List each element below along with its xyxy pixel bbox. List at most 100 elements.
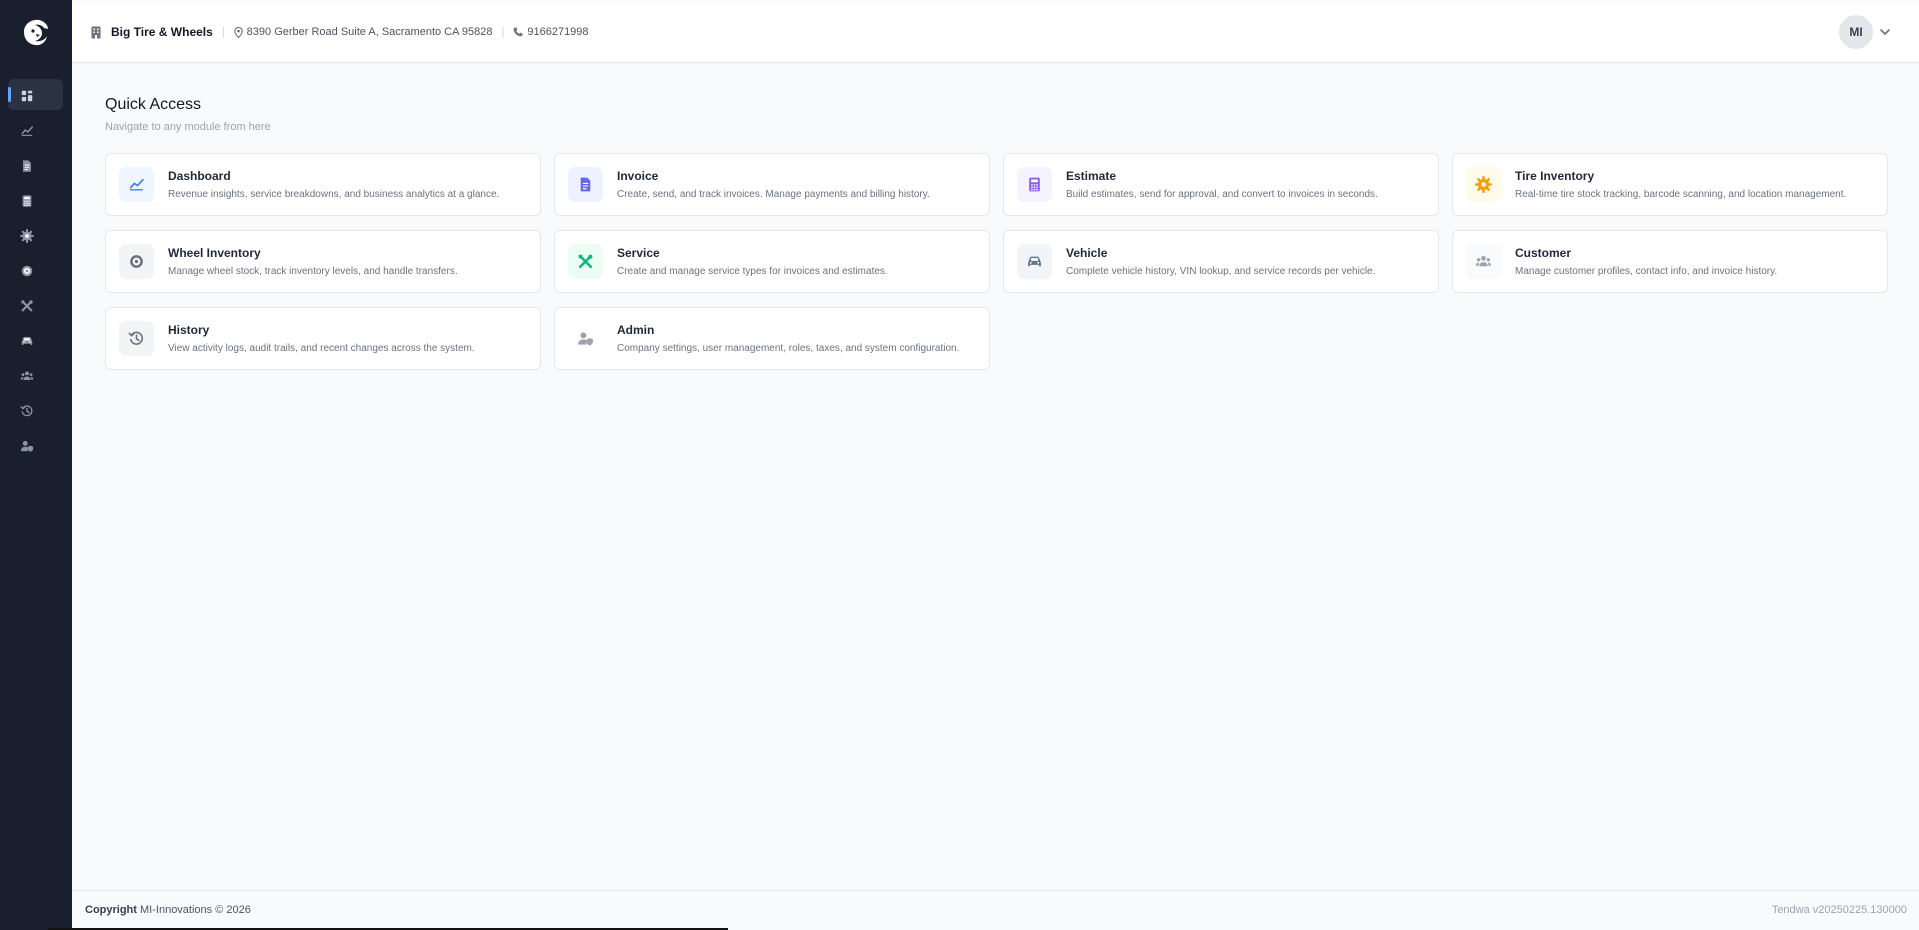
card-icon-wrap [119,167,154,202]
history-icon [20,404,33,416]
card-description: Real-time tire stock tracking, barcode s… [1515,189,1847,200]
sidebar-item-dashboard[interactable] [0,78,72,113]
page-title: Quick Access [105,96,202,113]
card-title: Invoice [617,169,659,183]
quick-access-card-service[interactable]: Service Create and manage service types … [554,230,990,293]
gear-icon [1475,176,1492,193]
sidebar-item-tire-inventory[interactable] [0,218,72,253]
phone-icon [513,27,523,37]
card-description: Complete vehicle history, VIN lookup, an… [1066,266,1376,277]
card-icon-wrap [119,244,154,279]
card-text: Dashboard Revenue insights, service brea… [168,169,499,200]
card-text: Tire Inventory Real-time tire stock trac… [1515,169,1846,200]
card-icon-wrap [568,244,603,279]
gear-icon [20,228,34,243]
business-info: Big Tire & Wheels | 8390 Gerber Road Sui… [91,1,589,63]
card-title: Admin [617,323,655,337]
sidebar-item-service[interactable] [0,288,72,323]
card-description: Manage customer profiles, contact info, … [1515,266,1778,277]
card-icon-wrap [568,321,603,356]
card-text: Vehicle Complete vehicle history, VIN lo… [1066,246,1375,277]
copyright-text: MI-Innovations © 2026 [140,904,251,916]
user-avatar[interactable]: MI [1839,15,1873,49]
page-subtitle: Navigate to any module from here [105,121,271,133]
users-icon [1475,255,1492,267]
sidebar-item-history[interactable] [0,393,72,428]
business-address: 8390 Gerber Road Suite A, Sacramento CA … [246,26,493,38]
quick-access-card-admin[interactable]: Admin Company settings, user management,… [554,307,990,370]
card-description: View activity logs, audit trails, and re… [168,343,475,354]
panther-logo-icon [24,19,48,46]
card-description: Manage wheel stock, track inventory leve… [168,266,458,277]
card-title: Tire Inventory [1515,169,1595,183]
card-icon-wrap [1017,244,1052,279]
history-icon [128,331,144,345]
quick-access-card-invoice[interactable]: Invoice Create, send, and track invoices… [554,153,990,216]
location-pin-icon [233,26,243,38]
divider: | [221,26,225,38]
top-header: Big Tire & Wheels | 8390 Gerber Road Sui… [72,1,1919,63]
sidebar-item-vehicle[interactable] [0,323,72,358]
card-description: Create, send, and track invoices. Manage… [617,189,930,200]
logo[interactable] [18,14,54,50]
building-icon [91,26,101,39]
quick-access-card-dashboard[interactable]: Dashboard Revenue insights, service brea… [105,153,541,216]
sidebar-item-wheel-inventory[interactable] [0,253,72,288]
copyright: Copyright MI-Innovations © 2026 [85,904,251,916]
active-highlight [8,79,63,110]
car-icon [1028,256,1041,267]
card-text: Invoice Create, send, and track invoices… [617,169,930,200]
card-title: Dashboard [168,169,231,183]
quick-access-grid: Dashboard Revenue insights, service brea… [105,153,1889,370]
document-icon [23,159,31,172]
card-icon-wrap [1017,167,1052,202]
sidebar-item-estimate[interactable] [0,183,72,218]
sidebar-item-admin[interactable] [0,428,72,463]
card-description: Company settings, user management, roles… [617,343,960,354]
chart-line-icon [129,178,144,191]
card-title: Customer [1515,246,1572,260]
quick-access-card-vehicle[interactable]: Vehicle Complete vehicle history, VIN lo… [1003,230,1439,293]
active-indicator [8,87,11,102]
card-title: Vehicle [1066,246,1108,260]
quick-access-card-estimate[interactable]: Estimate Build estimates, send for appro… [1003,153,1439,216]
car-icon [21,336,33,345]
card-title: Estimate [1066,169,1117,183]
calculator-icon [22,194,32,207]
divider: | [501,26,505,38]
users-icon [20,370,34,380]
card-text: Customer Manage customer profiles, conta… [1515,246,1777,277]
quick-access-card-wheel-inventory[interactable]: Wheel Inventory Manage wheel stock, trac… [105,230,541,293]
quick-access-card-tire-inventory[interactable]: Tire Inventory Real-time tire stock trac… [1452,153,1888,216]
sidebar [0,0,72,930]
quick-access-card-customer[interactable]: Customer Manage customer profiles, conta… [1452,230,1888,293]
user-shield-icon [20,440,34,452]
card-description: Revenue insights, service breakdowns, an… [168,189,500,200]
wheel-icon [130,255,143,268]
card-icon-wrap [119,321,154,356]
copyright-label: Copyright [85,904,137,916]
grid-icon [21,90,33,101]
sidebar-nav [0,78,72,463]
card-text: Wheel Inventory Manage wheel stock, trac… [168,246,458,277]
quick-access-card-history[interactable]: History View activity logs, audit trails… [105,307,541,370]
sidebar-item-analytics[interactable] [0,113,72,148]
sidebar-item-customer[interactable] [0,358,72,393]
card-text: Admin Company settings, user management,… [617,323,959,354]
card-icon-wrap [568,167,603,202]
document-icon [580,177,591,192]
app-version: Tendwa v20250225.130000 [1771,904,1907,916]
card-text: Estimate Build estimates, send for appro… [1066,169,1378,200]
card-icon-wrap [1466,167,1501,202]
card-text: History View activity logs, audit trails… [168,323,475,354]
card-title: Wheel Inventory [168,246,261,260]
tools-icon [578,254,593,269]
card-title: History [168,323,210,337]
tools-icon [21,299,33,311]
sidebar-item-invoice[interactable] [0,148,72,183]
business-name: Big Tire & Wheels [111,25,213,39]
card-text: Service Create and manage service types … [617,246,888,277]
main-content: Quick Access Navigate to any module from… [105,96,1888,370]
chevron-down-icon[interactable] [1879,27,1891,37]
card-description: Build estimates, send for approval, and … [1066,189,1378,200]
